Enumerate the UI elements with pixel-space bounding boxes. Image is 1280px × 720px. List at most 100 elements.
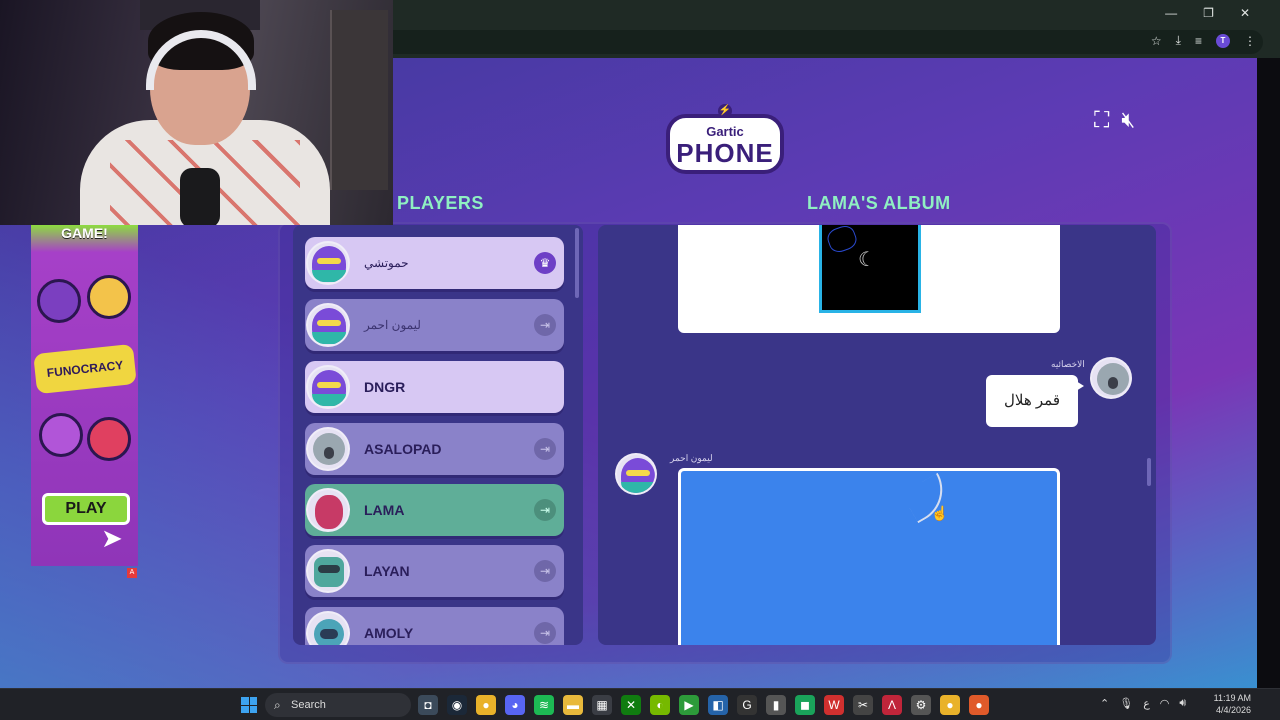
- app-icon[interactable]: G: [737, 695, 757, 715]
- logo-line1: Gartic: [706, 124, 744, 139]
- language-indicator[interactable]: ع: [1143, 697, 1150, 710]
- player-row[interactable]: LAYAN ⇥: [305, 545, 564, 597]
- player-name: AMOLY: [364, 625, 414, 641]
- drawer-avatar: [615, 453, 657, 495]
- app-icon[interactable]: ◧: [708, 695, 728, 715]
- player-avatar: [306, 488, 350, 532]
- chrome-icon[interactable]: ●: [476, 695, 496, 715]
- ad-play-button[interactable]: PLAY: [42, 493, 130, 525]
- chrome-icon[interactable]: ●: [940, 695, 960, 715]
- leave-icon[interactable]: ⇥: [534, 438, 556, 460]
- player-row[interactable]: حموتشي ♛: [305, 237, 564, 289]
- chevron-up-icon[interactable]: ⌃: [1100, 697, 1109, 710]
- player-row[interactable]: ASALOPAD ⇥: [305, 423, 564, 475]
- taskbar-search[interactable]: ⌕ Search: [265, 693, 411, 717]
- restore-button[interactable]: ❐: [1203, 6, 1214, 20]
- player-avatar: [306, 241, 350, 285]
- drawing-card: ☾: [678, 225, 1060, 333]
- player-avatar: [306, 427, 350, 471]
- player-name: LAMA: [364, 502, 405, 518]
- window-controls: — ❐ ✕: [1165, 6, 1250, 20]
- volume-icon[interactable]: 🔊︎: [1179, 697, 1186, 710]
- camera-icon[interactable]: ◘: [418, 695, 438, 715]
- drawing-canvas[interactable]: ☝: [678, 468, 1060, 645]
- nvidia-icon[interactable]: ◐: [650, 695, 670, 715]
- leave-icon[interactable]: ⇥: [534, 314, 556, 336]
- ad-headline: GAME!: [61, 225, 108, 241]
- xbox-icon[interactable]: ✕: [621, 695, 641, 715]
- drawing-image: ☾: [819, 225, 921, 313]
- leave-icon[interactable]: ⇥: [534, 499, 556, 521]
- character-icon: [87, 417, 131, 461]
- ad-banner[interactable]: GAME! FUNOCRACY PLAY ➤: [31, 225, 138, 566]
- app-icon[interactable]: Λ: [882, 695, 902, 715]
- game-top-icons: ⛶ 🔇︎: [1094, 108, 1135, 132]
- message-bubble: قمر هلال: [986, 375, 1084, 427]
- player-name: حموتشي: [364, 256, 409, 270]
- character-icon: [87, 275, 131, 319]
- player-row[interactable]: DNGR: [305, 361, 564, 413]
- leave-icon[interactable]: ⇥: [534, 560, 556, 582]
- date-text: 4/4/2026: [1215, 705, 1251, 715]
- shelf: [330, 10, 388, 190]
- discord-icon[interactable]: ◕: [505, 695, 525, 715]
- browser-toolbar: ☆ ⤓ ≡ T ⋮: [1151, 33, 1256, 48]
- player-avatar: [306, 549, 350, 593]
- message-author: الاخصائيه: [1051, 359, 1085, 369]
- app-icon[interactable]: ◼: [795, 695, 815, 715]
- player-avatar: [306, 365, 350, 409]
- player-row[interactable]: AMOLY ⇥: [305, 607, 564, 645]
- system-tray: ⌃ 🎙︎ ع ◠ 🔊︎: [1100, 697, 1186, 710]
- fullscreen-icon[interactable]: ⛶: [1094, 108, 1109, 132]
- player-row[interactable]: ليمون احمر ⇥: [305, 299, 564, 351]
- spotify-icon[interactable]: ≋: [534, 695, 554, 715]
- drawing-author: ليمون احمر: [670, 453, 713, 463]
- steam-icon[interactable]: ◉: [447, 695, 467, 715]
- player-row[interactable]: LAMA ⇥: [305, 484, 564, 536]
- browser-chrome: — ❐ ✕ ☆ ⤓ ≡ T ⋮: [393, 0, 1280, 58]
- close-button[interactable]: ✕: [1240, 6, 1250, 20]
- search-placeholder: Search: [291, 699, 326, 711]
- webcam-overlay: [0, 0, 393, 225]
- album-heading: LAMA'S ALBUM: [807, 193, 951, 213]
- address-bar[interactable]: [393, 30, 1263, 54]
- profile-icon[interactable]: T: [1216, 33, 1230, 48]
- time-text: 11:19 AM: [1213, 693, 1251, 703]
- players-scrollbar[interactable]: [575, 228, 579, 298]
- players-heading: PLAYERS: [397, 193, 484, 213]
- wifi-icon[interactable]: ◠: [1160, 697, 1170, 710]
- app-icon[interactable]: W: [824, 695, 844, 715]
- microphone: [180, 168, 220, 225]
- player-name: LAYAN: [364, 563, 410, 579]
- search-icon: ⌕: [274, 698, 281, 712]
- download-icon[interactable]: ⤓: [1176, 33, 1181, 48]
- gartic-phone-logo: ⚡ Gartic PHONE: [666, 104, 784, 176]
- playlist-icon[interactable]: ≡: [1195, 34, 1202, 48]
- koala-avatar: [1090, 357, 1132, 399]
- settings-icon[interactable]: ⚙: [911, 695, 931, 715]
- folder-icon[interactable]: ▬: [563, 695, 583, 715]
- windows-start-icon[interactable]: [241, 697, 257, 713]
- mute-icon[interactable]: 🔇︎: [1121, 108, 1135, 132]
- hand-cursor-icon: ☝: [931, 505, 949, 521]
- kebab-icon[interactable]: ⋮: [1244, 34, 1256, 48]
- players-list: حموتشي ♛ ليمون احمر ⇥ DNGR ASALOPAD ⇥ LA…: [293, 225, 583, 645]
- ad-choices-icon[interactable]: A: [127, 568, 137, 578]
- clock[interactable]: 11:19 AM 4/4/2026: [1205, 692, 1251, 716]
- player-name: ليمون احمر: [364, 318, 421, 332]
- capcut-icon[interactable]: ✂: [853, 695, 873, 715]
- ad-brand: FUNOCRACY: [33, 343, 137, 395]
- album-scrollbar[interactable]: [1147, 458, 1151, 486]
- mic-icon[interactable]: 🎙︎: [1119, 697, 1133, 710]
- play-icon[interactable]: ▶: [679, 695, 699, 715]
- star-icon[interactable]: ☆: [1151, 34, 1162, 48]
- player-avatar: [306, 611, 350, 645]
- leave-icon[interactable]: ⇥: [534, 622, 556, 644]
- store-icon[interactable]: ▦: [592, 695, 612, 715]
- app-icon[interactable]: ▮: [766, 695, 786, 715]
- chrome-icon[interactable]: ●: [969, 695, 989, 715]
- minimize-button[interactable]: —: [1165, 6, 1177, 20]
- player-name: ASALOPAD: [364, 441, 442, 457]
- taskbar-apps: ◘ ◉ ● ◕ ≋ ▬ ▦ ✕ ◐ ▶ ◧ G ▮ ◼ W ✂ Λ ⚙ ● ●: [418, 695, 989, 715]
- pointer-icon: ➤: [101, 523, 123, 553]
